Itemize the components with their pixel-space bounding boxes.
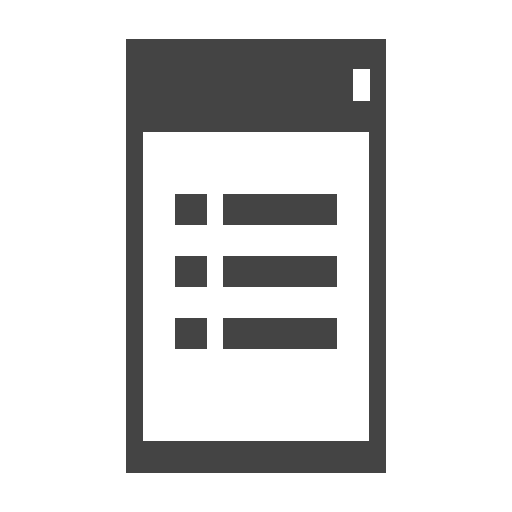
icon-canvas [0, 0, 512, 512]
list-line [223, 318, 337, 349]
status-indicator-inner [356, 72, 367, 98]
list-bullet [175, 256, 207, 287]
list-line [223, 194, 337, 225]
mobile-list-icon [126, 39, 386, 473]
list-line [223, 256, 337, 287]
list-bullet [175, 194, 207, 225]
list-bullet [175, 318, 207, 349]
list-rows [175, 194, 337, 349]
